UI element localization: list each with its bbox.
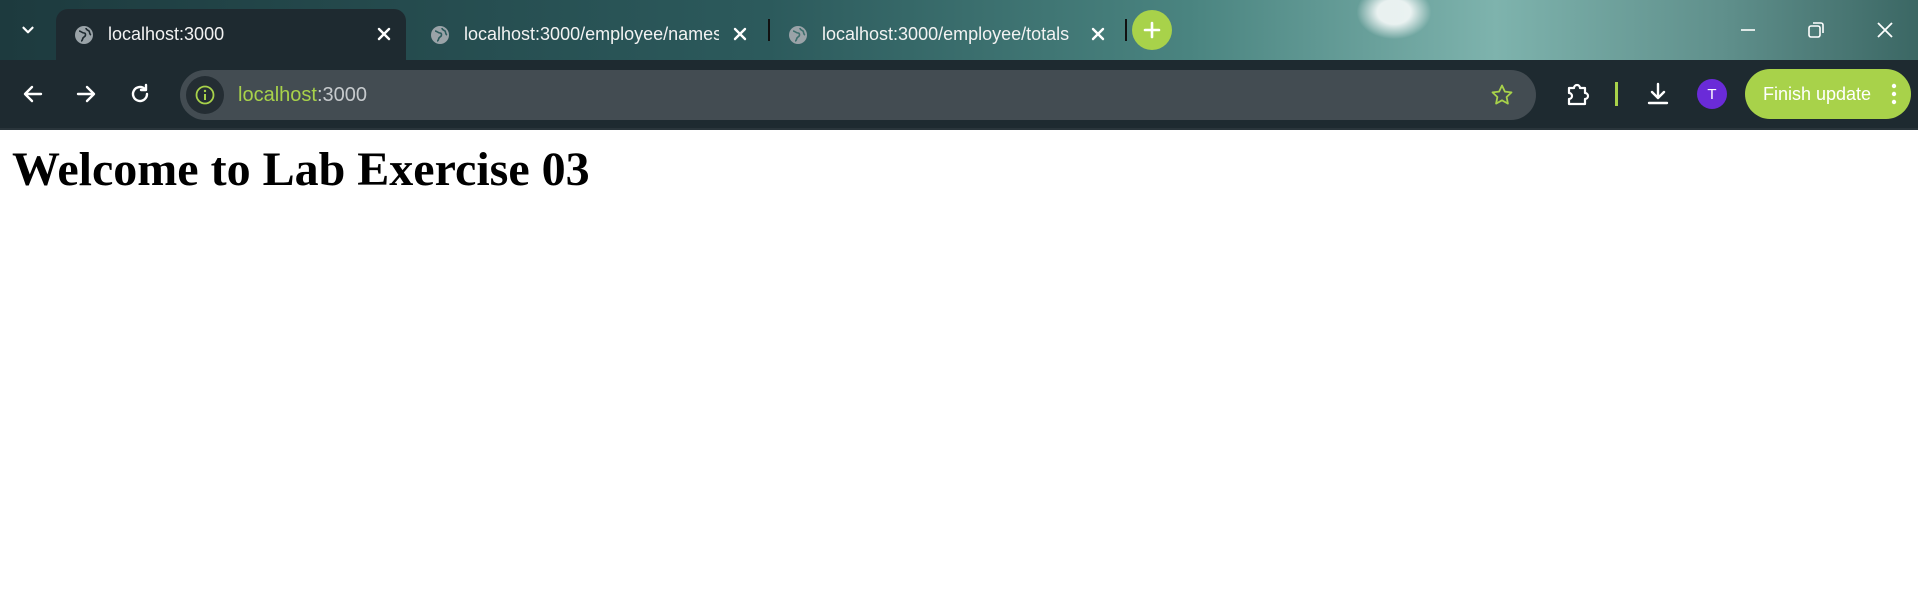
page-heading: Welcome to Lab Exercise 03 (12, 143, 590, 196)
profile-avatar[interactable]: T (1697, 79, 1727, 109)
close-icon (1877, 22, 1893, 38)
globe-icon (75, 25, 93, 44)
back-button[interactable] (13, 74, 53, 114)
close-icon[interactable] (730, 24, 750, 44)
plus-icon (1143, 21, 1161, 39)
globe-icon (431, 25, 449, 44)
tab-title: localhost:3000 (108, 24, 225, 44)
finish-update-label: Finish update (1763, 83, 1872, 104)
browser-toolbar: localhost:3000 T Finish update (0, 60, 1918, 128)
reload-icon (131, 83, 149, 103)
new-tab-button[interactable] (1132, 10, 1172, 50)
tab-separator (1125, 19, 1127, 41)
url-text[interactable]: localhost:3000 (238, 84, 367, 107)
site-info-button[interactable] (186, 76, 224, 114)
download-icon (1647, 82, 1669, 105)
info-icon (195, 85, 215, 105)
forward-button[interactable] (66, 74, 106, 114)
tab-employee-names[interactable]: localhost:3000/employee/names (412, 9, 762, 60)
restore-button[interactable] (1786, 10, 1846, 50)
chevron-down-icon (22, 26, 34, 34)
bookmark-star-icon[interactable] (1490, 83, 1514, 107)
forward-arrow-icon (76, 85, 96, 103)
back-arrow-icon (23, 85, 43, 103)
more-vertical-icon (1891, 83, 1897, 105)
minimize-button[interactable] (1718, 10, 1778, 50)
minimize-icon (1741, 29, 1755, 31)
tab-title: localhost:3000/employee/totals (822, 24, 1070, 44)
content-divider (0, 128, 1918, 130)
globe-icon (789, 25, 807, 44)
page-content: Welcome to Lab Exercise 03 (0, 142, 1918, 197)
downloads-button[interactable] (1642, 78, 1674, 110)
reload-button[interactable] (120, 74, 160, 114)
close-icon[interactable] (374, 24, 394, 44)
tab-title: localhost:3000/employee/names (464, 24, 719, 44)
theme-background-image (1350, 0, 1460, 60)
tab-search-button[interactable] (8, 10, 48, 50)
window-close-button[interactable] (1855, 10, 1915, 50)
puzzle-icon (1567, 83, 1590, 106)
tab-localhost[interactable]: localhost:3000 (56, 9, 406, 60)
address-bar[interactable]: localhost:3000 (180, 70, 1536, 120)
close-icon[interactable] (1088, 24, 1108, 44)
url-port: :3000 (316, 83, 367, 106)
tab-employee-totals[interactable]: localhost:3000/employee/totals (770, 9, 1120, 60)
finish-update-button[interactable]: Finish update (1745, 69, 1911, 119)
extensions-button[interactable] (1562, 78, 1594, 110)
url-host: localhost (238, 83, 317, 106)
tab-strip: localhost:3000 localhost:3000/employee/n… (0, 0, 1918, 60)
restore-icon (1808, 22, 1824, 38)
toolbar-separator (1615, 82, 1618, 106)
